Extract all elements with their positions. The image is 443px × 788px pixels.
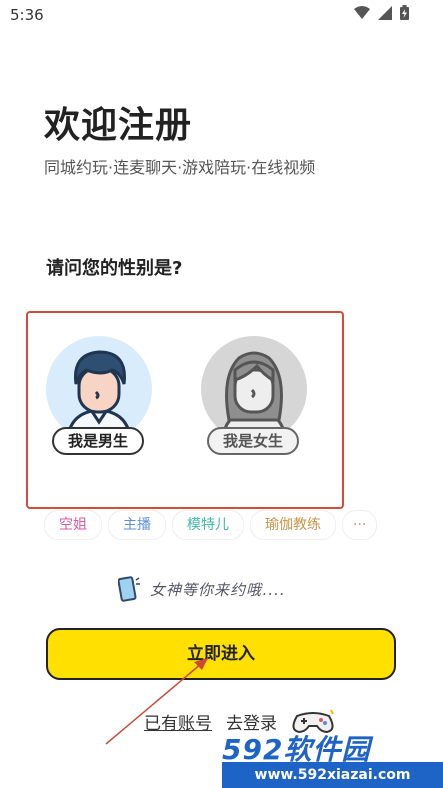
phone-icon	[118, 576, 140, 602]
signal-icon	[378, 5, 392, 20]
watermark-url: www.592xiazai.com	[222, 762, 443, 788]
tag-item[interactable]: 模特儿	[172, 510, 244, 540]
page-title: 欢迎注册	[44, 105, 193, 146]
male-option[interactable]: 我是男生	[46, 336, 156, 466]
male-button[interactable]: 我是男生	[52, 427, 144, 455]
page-subtitle: 同城约玩·连麦聊天·游戏陪玩·在线视频	[44, 158, 316, 177]
goddess-text: 女神等你来约哦....	[150, 580, 286, 599]
watermark: 592软件园 www.592xiazai.com	[222, 728, 443, 788]
goddess-line: 女神等你来约哦....	[118, 576, 285, 602]
tag-item[interactable]: 空姐	[44, 510, 102, 540]
tag-list: 空姐 主播 模特儿 瑜伽教练 ···	[44, 510, 378, 540]
has-account-text: 已有账号	[144, 713, 212, 734]
female-button[interactable]: 我是女生	[207, 427, 299, 455]
female-option[interactable]: 我是女生	[201, 336, 311, 466]
tag-more[interactable]: ···	[342, 510, 378, 540]
status-icons	[354, 5, 409, 20]
tag-item[interactable]: 瑜伽教练	[250, 510, 336, 540]
wifi-icon	[354, 5, 370, 19]
status-time: 5:36	[10, 6, 44, 24]
gender-question: 请问您的性别是?	[46, 258, 183, 279]
tag-item[interactable]: 主播	[108, 510, 166, 540]
battery-icon	[400, 5, 409, 20]
enter-button[interactable]: 立即进入	[46, 628, 396, 680]
